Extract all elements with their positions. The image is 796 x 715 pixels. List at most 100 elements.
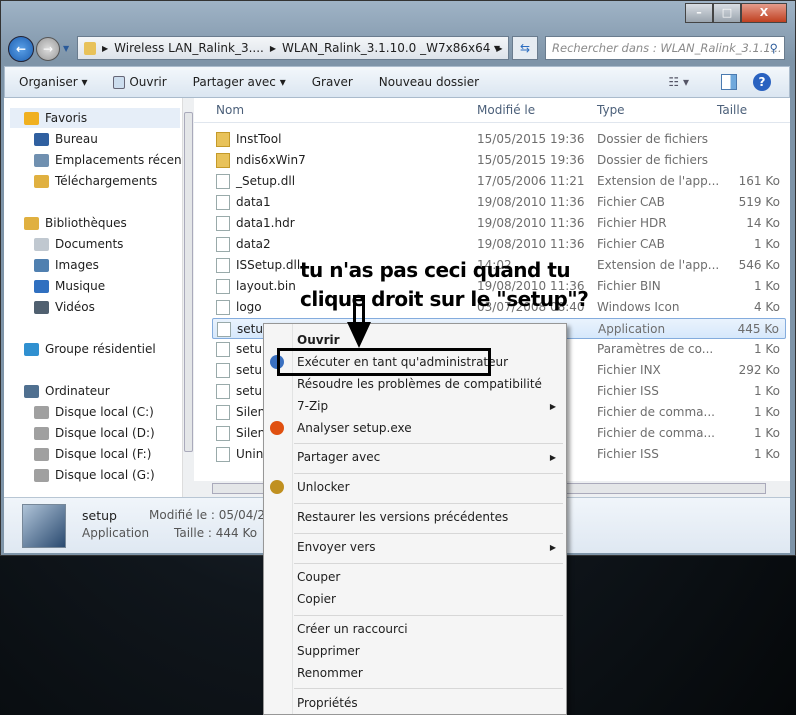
file-name: logo xyxy=(236,300,262,314)
open-button[interactable]: Ouvrir xyxy=(113,75,167,89)
file-icon xyxy=(216,426,230,441)
recent-icon xyxy=(34,153,49,167)
search-input[interactable]: Rechercher dans : WLAN_Ralink_3.1.1... ⚲ xyxy=(545,36,785,60)
context-menu-item[interactable]: Ouvrir xyxy=(297,333,340,347)
context-menu-item[interactable]: Partager avec xyxy=(297,450,380,464)
maximize-button[interactable]: □ xyxy=(713,3,741,23)
forward-button[interactable]: → xyxy=(36,37,60,61)
file-name: _Setup.dll xyxy=(236,174,296,188)
sidebar-item-label: Disque local (F:) xyxy=(55,447,152,461)
file-row[interactable]: data1 19/08/2010 11:36 Fichier CAB 519 Ko xyxy=(212,192,786,213)
sidebar-item[interactable]: Ordinateur xyxy=(24,381,110,401)
address-bar[interactable]: ▶ Wireless LAN_Ralink_3.... ▶ WLAN_Ralin… xyxy=(77,36,509,60)
sidebar-item-label: Disque local (G:) xyxy=(55,468,155,482)
context-menu-item[interactable]: Résoudre les problèmes de compatibilité xyxy=(297,377,542,391)
history-dropdown-icon[interactable]: ▼ xyxy=(63,44,69,53)
column-name[interactable]: Nom xyxy=(216,103,244,117)
context-menu-item[interactable]: Restaurer les versions précédentes xyxy=(297,510,508,524)
file-row[interactable]: data2 19/08/2010 11:36 Fichier CAB 1 Ko xyxy=(212,234,786,255)
new-folder-button[interactable]: Nouveau dossier xyxy=(379,75,479,89)
file-size: 519 Ko xyxy=(738,195,780,209)
file-icon xyxy=(216,195,230,210)
sidebar-scrollbar[interactable] xyxy=(182,98,194,497)
file-icon xyxy=(216,447,230,462)
sidebar-item[interactable]: Documents xyxy=(34,234,123,254)
context-menu-item[interactable]: Renommer xyxy=(297,666,363,680)
sidebar-item[interactable]: Groupe résidentiel xyxy=(24,339,156,359)
breadcrumb-item[interactable]: WLAN_Ralink_3.1.10.0 _W7x86x64 xyxy=(282,41,490,55)
close-button[interactable]: X xyxy=(741,3,787,23)
organize-button[interactable]: Organiser ▾ xyxy=(19,75,87,89)
column-size[interactable]: Taille xyxy=(717,103,747,117)
file-row[interactable]: InstTool 15/05/2015 19:36 Dossier de fichi… xyxy=(212,129,786,150)
column-type[interactable]: Type xyxy=(597,103,625,117)
sidebar-item[interactable]: Disque local (F:) xyxy=(34,444,151,464)
file-modified: 19/08/2010 11:36 xyxy=(477,216,585,230)
file-name: data1 xyxy=(236,195,271,209)
file-row[interactable]: data1.hdr 19/08/2010 11:36 Fichier HDR 14 K… xyxy=(212,213,786,234)
folder-icon xyxy=(84,41,96,55)
drive-icon xyxy=(34,447,49,461)
context-menu-item[interactable]: Supprimer xyxy=(297,644,360,658)
sidebar-item[interactable]: Téléchargements xyxy=(34,171,157,191)
file-icon xyxy=(216,405,230,420)
breadcrumb-item[interactable]: Wireless LAN_Ralink_3.... xyxy=(114,41,264,55)
file-name: Unin xyxy=(236,447,264,461)
sidebar-item[interactable]: Disque local (G:) xyxy=(34,465,155,485)
library-icon xyxy=(24,216,39,230)
context-menu-item[interactable]: 7-Zip xyxy=(297,399,328,413)
share-button[interactable]: Partager avec ▾ xyxy=(193,75,286,89)
context-menu-item[interactable]: Analyser setup.exe xyxy=(297,421,412,435)
menu-separator xyxy=(294,503,563,504)
sidebar-item[interactable]: Disque local (C:) xyxy=(34,402,154,422)
folder-icon xyxy=(216,132,230,147)
sidebar-item-label: Téléchargements xyxy=(55,174,158,188)
sidebar-item[interactable]: Disque local (D:) xyxy=(34,423,155,443)
submenu-arrow-icon: ▶ xyxy=(549,453,556,462)
sidebar-item-label: Emplacements récents xyxy=(55,153,193,167)
file-name: ndis6xWin7 xyxy=(236,153,306,167)
search-placeholder: Rechercher dans : WLAN_Ralink_3.1.1... xyxy=(552,41,782,55)
address-dropdown-icon[interactable]: ▼ xyxy=(494,44,500,53)
file-size: 1 Ko xyxy=(753,279,780,293)
star-icon xyxy=(24,111,39,125)
sidebar-item[interactable]: Favoris xyxy=(10,108,180,128)
annotation-line-2: clique droit sur le "setup"? xyxy=(300,287,589,311)
burn-button[interactable]: Graver xyxy=(312,75,353,89)
context-menu-item[interactable]: Créer un raccourci xyxy=(297,622,408,636)
file-size: 445 Ko xyxy=(737,322,779,336)
sidebar-item[interactable]: Bureau xyxy=(34,129,98,149)
context-menu-item[interactable]: Couper xyxy=(297,570,340,584)
file-icon xyxy=(216,279,230,294)
file-name: Silen xyxy=(236,426,266,440)
sidebar-item[interactable]: Images xyxy=(34,255,99,275)
file-icon xyxy=(216,300,230,315)
sidebar-item[interactable]: Emplacements récents xyxy=(34,150,193,170)
back-button[interactable]: ← xyxy=(8,36,34,62)
context-menu-item[interactable]: Envoyer vers xyxy=(297,540,376,554)
chevron-right-icon: ▶ xyxy=(102,43,109,53)
column-modified[interactable]: Modifié le xyxy=(477,103,535,117)
details-name: setup xyxy=(82,508,117,523)
file-row[interactable]: ndis6xWin7 15/05/2015 19:36 Dossier de fic… xyxy=(212,150,786,171)
sidebar-item[interactable]: Vidéos xyxy=(34,297,95,317)
file-icon xyxy=(216,342,230,357)
menu-separator xyxy=(294,688,563,689)
sidebar-item[interactable]: Bibliothèques xyxy=(24,213,127,233)
file-row[interactable]: _Setup.dll 17/05/2006 11:21 Extension de l… xyxy=(212,171,786,192)
sidebar-item-label: Images xyxy=(55,258,99,272)
file-icon xyxy=(216,237,230,252)
context-menu-item[interactable]: Copier xyxy=(297,592,336,606)
homegroup-icon xyxy=(24,342,39,356)
refresh-button[interactable]: ⇆ xyxy=(512,36,538,60)
context-menu-item[interactable]: Propriétés xyxy=(297,696,358,710)
file-name: data2 xyxy=(236,237,271,251)
sidebar-item-label: Favoris xyxy=(45,111,88,125)
help-icon[interactable]: ? xyxy=(753,73,771,91)
sidebar-item[interactable]: Musique xyxy=(34,276,105,296)
view-options-icon[interactable]: ☷ ▾ xyxy=(668,75,689,89)
context-menu-item[interactable]: Unlocker xyxy=(297,480,350,494)
drive-icon xyxy=(34,468,49,482)
minimize-button[interactable]: – xyxy=(685,3,713,23)
preview-pane-icon[interactable] xyxy=(721,74,737,90)
